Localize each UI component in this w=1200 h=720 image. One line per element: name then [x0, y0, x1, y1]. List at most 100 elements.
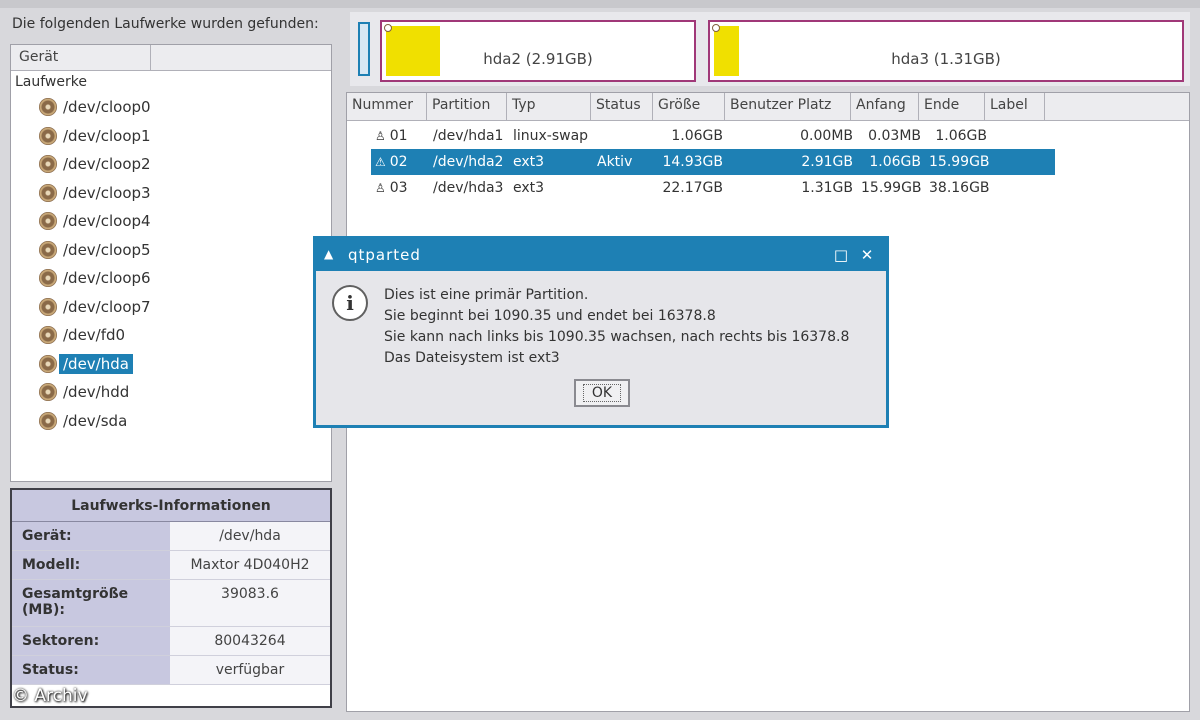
dialog-title: qtparted — [348, 246, 421, 264]
disk-icon — [39, 411, 57, 430]
column-header[interactable]: Typ — [507, 93, 591, 120]
linux-icon: ♙ — [375, 181, 386, 195]
info-value: verfügbar — [170, 656, 330, 684]
table-row[interactable]: ♙ 03/dev/hda3 ext3 22.17GB 1.31GB 15.99GB 38.1… — [371, 175, 1055, 201]
cell-type: ext3 — [513, 180, 545, 196]
cell-type: linux-swap — [513, 128, 589, 144]
disk-icon — [39, 269, 57, 288]
ok-button[interactable]: OK — [574, 379, 630, 407]
device-item[interactable]: /dev/cloop3 — [11, 179, 331, 208]
cell-start: 15.99GB — [861, 180, 922, 196]
linux-icon: ♙ — [375, 129, 386, 143]
device-label: /dev/cloop1 — [63, 126, 151, 145]
device-label: /dev/cloop2 — [63, 155, 151, 174]
dialog-line: Das Dateisystem ist ext3 — [384, 350, 560, 366]
table-row[interactable]: ⚠ 02/dev/hda2 ext3 Aktiv 14.93GB 2.91GB 1.06GB… — [371, 149, 1055, 175]
device-item[interactable]: /dev/cloop2 — [11, 150, 331, 179]
column-header[interactable]: Label — [985, 93, 1045, 120]
row-number: 02 — [389, 154, 408, 170]
tree-header: Gerät — [11, 45, 331, 71]
info-row: Gesamtgröße (MB): 39083.6 — [12, 580, 330, 627]
info-rows: Gerät:/dev/hda Modell: Maxtor 4D040H2 Gesam… — [12, 522, 330, 685]
disk-icon — [39, 212, 57, 231]
cell-partition: /dev/hda3 — [433, 180, 504, 196]
column-header[interactable]: Größe — [653, 93, 725, 120]
cell-type: ext3 — [513, 154, 545, 170]
found-drives-label: Die folgenden Laufwerke wurden gefunden: — [12, 16, 319, 32]
row-number: 03 — [389, 180, 408, 196]
device-item[interactable]: /dev/fd0 — [11, 321, 331, 350]
device-label: /dev/cloop0 — [63, 98, 151, 117]
table-row[interactable]: ♙ 01/dev/hda1 linux-swap 1.06GB 0.00MB 0.03MB… — [371, 123, 1055, 149]
device-label: /dev/cloop6 — [63, 269, 151, 288]
device-tree[interactable]: Gerät Laufwerke /dev/cloop0/dev/cloop1/d… — [10, 44, 332, 482]
disk-icon — [39, 297, 57, 316]
info-key: Status: — [12, 656, 170, 684]
info-key: Gerät: — [12, 522, 170, 550]
cell-status: Aktiv — [597, 154, 633, 170]
watermark: © Archiv — [12, 686, 88, 706]
tree-header-blank[interactable] — [151, 45, 331, 70]
column-header[interactable]: Nummer — [347, 93, 427, 120]
cell-number: ⚠ 02 — [371, 154, 429, 170]
ok-button-label: OK — [582, 384, 622, 402]
row-number: 01 — [389, 128, 408, 144]
dialog-line: Sie kann nach links bis 1090.35 wachsen,… — [384, 329, 850, 345]
partition-block-label: hda3 (1.31GB) — [891, 50, 1001, 68]
partition-bar-handle[interactable] — [358, 22, 370, 76]
device-label: /dev/cloop5 — [63, 240, 151, 259]
column-header[interactable]: Status — [591, 93, 653, 120]
info-row: Sektoren: 80043264 — [12, 627, 330, 656]
partition-block-hda3[interactable]: hda3 (1.31GB) — [708, 20, 1184, 82]
info-value: /dev/hda — [170, 522, 330, 550]
device-label: /dev/sda — [63, 411, 128, 430]
info-icon: i — [332, 285, 368, 321]
dialog-line: Sie beginnt bei 1090.35 und endet bei 16… — [384, 308, 716, 324]
device-item[interactable]: /dev/cloop1 — [11, 122, 331, 151]
column-header[interactable]: Ende — [919, 93, 985, 120]
info-key: Gesamtgröße (MB): — [12, 580, 170, 626]
tree-root[interactable]: Laufwerke — [11, 71, 331, 93]
table-body: ♙ 01/dev/hda1 linux-swap 1.06GB 0.00MB 0.03MB… — [347, 121, 1189, 201]
cell-size: 22.17GB — [662, 180, 723, 196]
info-title: Laufwerks-Informationen — [12, 490, 330, 522]
disk-icon — [39, 183, 57, 202]
info-row: Status: verfügbar — [12, 656, 330, 685]
device-label: /dev/cloop7 — [63, 297, 151, 316]
dialog-titlebar[interactable]: ▲ qtparted □ ✕ — [316, 239, 886, 271]
cell-number: ♙ 03 — [371, 180, 429, 196]
device-item[interactable]: /dev/cloop4 — [11, 207, 331, 236]
cell-used: 2.91GB — [801, 154, 853, 170]
cell-start: 0.03MB — [868, 128, 921, 144]
device-label: /dev/hda — [59, 353, 133, 374]
disk-icon — [39, 98, 57, 117]
column-header[interactable]: Anfang — [851, 93, 919, 120]
device-item[interactable]: /dev/hdd — [11, 378, 331, 407]
cell-start: 1.06GB — [869, 154, 921, 170]
top-strip — [0, 0, 1200, 8]
cell-end: 15.99GB — [929, 154, 990, 170]
device-label: /dev/hdd — [63, 383, 130, 402]
info-key: Modell: — [12, 551, 170, 579]
device-item[interactable]: /dev/cloop6 — [11, 264, 331, 293]
cell-size: 1.06GB — [671, 128, 723, 144]
device-item[interactable]: /dev/cloop5 — [11, 236, 331, 265]
partition-block-hda2[interactable]: hda2 (2.91GB) — [380, 20, 696, 82]
device-item[interactable]: /dev/cloop0 — [11, 93, 331, 122]
column-header[interactable]: Benutzer Platz — [725, 93, 851, 120]
device-item[interactable]: /dev/cloop7 — [11, 293, 331, 322]
drive-info-panel: Laufwerks-Informationen Gerät:/dev/hda Mo… — [10, 488, 332, 708]
device-item[interactable]: /dev/sda — [11, 407, 331, 436]
disk-icon — [39, 326, 57, 345]
device-item[interactable]: /dev/hda — [11, 350, 331, 379]
partition-block-label: hda2 (2.91GB) — [483, 50, 593, 68]
column-header[interactable]: Partition — [427, 93, 507, 120]
info-row: Gerät:/dev/hda — [12, 522, 330, 551]
maximize-icon[interactable]: □ — [830, 244, 852, 266]
device-label: /dev/cloop4 — [63, 212, 151, 231]
dialog-line: Dies ist eine primär Partition. — [384, 287, 589, 303]
device-list: /dev/cloop0/dev/cloop1/dev/cloop2/dev/cl… — [11, 93, 331, 435]
close-icon[interactable]: ✕ — [856, 244, 878, 266]
cell-used: 1.31GB — [801, 180, 853, 196]
tree-header-device[interactable]: Gerät — [11, 45, 151, 70]
